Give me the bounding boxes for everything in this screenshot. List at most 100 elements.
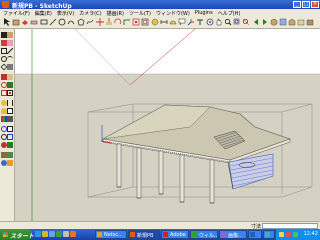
zoom-extents-icon[interactable]	[242, 18, 250, 26]
tray-icon-1[interactable]	[279, 232, 284, 237]
left-view-icon[interactable]	[306, 18, 314, 26]
task-adobe[interactable]: Adobe	[161, 230, 189, 239]
eraser-icon[interactable]	[30, 18, 38, 26]
menu-help[interactable]: ヘルプ(H)	[215, 9, 243, 17]
close-button[interactable]: ×	[311, 1, 319, 8]
tray-icon-2[interactable]	[286, 232, 291, 237]
dimension-icon[interactable]	[160, 18, 168, 26]
menu-window[interactable]: ウィンドウ(W)	[153, 9, 192, 17]
offset-icon[interactable]	[141, 18, 149, 26]
section-plane-icon[interactable]	[7, 160, 13, 166]
freehand-tool-icon[interactable]	[7, 64, 13, 70]
task-virus[interactable]: ウィル..	[190, 230, 218, 239]
tray-icon-3[interactable]	[293, 232, 298, 237]
arc-tool-icon[interactable]	[7, 56, 13, 62]
select-icon[interactable]	[3, 18, 11, 26]
menu-view[interactable]: 表示(V)	[54, 9, 76, 17]
system-tray: 12:42	[275, 229, 320, 240]
right-view-icon[interactable]	[297, 18, 305, 26]
desktop-icon[interactable]	[49, 231, 55, 237]
make-component-icon[interactable]	[7, 32, 13, 38]
browser-icon[interactable]	[70, 231, 76, 237]
task-picture[interactable]	[263, 230, 275, 239]
task-sketchup[interactable]: 新規PB	[128, 230, 160, 239]
menu-draw[interactable]: 描画(R)	[104, 9, 126, 17]
orbit-icon[interactable]	[206, 18, 214, 26]
word-icon	[250, 232, 255, 237]
line-icon[interactable]	[49, 18, 57, 26]
3dtext-icon[interactable]	[196, 18, 204, 26]
pushpull-tool-icon[interactable]	[7, 74, 13, 80]
zoom-icon[interactable]	[224, 18, 232, 26]
picture-icon	[265, 232, 270, 237]
menu-plugins[interactable]: Plugins	[192, 9, 215, 16]
circle-icon[interactable]	[58, 18, 66, 26]
app-icon[interactable]	[63, 231, 69, 237]
menu-camera[interactable]: カメラ(C)	[76, 9, 103, 17]
iso-view-icon[interactable]	[270, 18, 278, 26]
image-icon	[221, 232, 226, 237]
text-tool-icon[interactable]	[7, 108, 13, 114]
media-icon[interactable]	[56, 231, 62, 237]
task-image[interactable]: 画像..	[219, 230, 247, 239]
sky	[15, 29, 320, 74]
model-scene	[15, 29, 320, 221]
followme-tool-icon[interactable]	[7, 82, 13, 88]
rotate-icon[interactable]	[114, 18, 122, 26]
windows-taskbar: スタート Netsc.. 新規PB Adobe ウィル.. 画像.. 12:42	[0, 229, 320, 240]
maximize-button[interactable]: □	[302, 1, 310, 8]
rectangle-icon[interactable]	[40, 18, 48, 26]
text-icon[interactable]	[178, 18, 186, 26]
start-label: スタート	[10, 233, 35, 240]
offset-tool-icon[interactable]	[7, 90, 13, 96]
next-icon[interactable]	[261, 18, 269, 26]
sketchup-task-icon	[130, 232, 135, 237]
adobe-icon	[163, 232, 168, 237]
window-controls: _ □ ×	[293, 1, 319, 8]
scale-icon[interactable]	[132, 18, 140, 26]
menu-file[interactable]: ファイル(F)	[0, 9, 32, 17]
task-netscape[interactable]: Netsc..	[95, 230, 127, 239]
move-icon[interactable]	[96, 18, 104, 26]
freehand-icon[interactable]	[86, 18, 94, 26]
menu-edit[interactable]: 編集(E)	[32, 9, 54, 17]
polygon-icon[interactable]	[77, 18, 85, 26]
dimension-tool-icon[interactable]	[7, 100, 13, 106]
front-view-icon[interactable]	[288, 18, 296, 26]
walk-icon[interactable]	[7, 152, 13, 158]
task-microsoft[interactable]	[248, 230, 262, 239]
3dtext-tool-icon[interactable]	[7, 116, 13, 122]
pan-icon[interactable]	[215, 18, 223, 26]
eraser-tool-icon[interactable]	[7, 40, 13, 46]
title-bar: 新規PB - SketchUp _ □ ×	[0, 0, 320, 10]
clock: 12:42	[303, 231, 318, 237]
top-view-icon[interactable]	[279, 18, 287, 26]
axes-icon[interactable]	[187, 18, 195, 26]
pan-tool-icon[interactable]	[7, 126, 13, 132]
folder-icon[interactable]	[42, 231, 48, 237]
previous-view-icon[interactable]	[7, 142, 13, 148]
virus-icon	[192, 232, 197, 237]
zoom-window-icon[interactable]	[233, 18, 241, 26]
main-toolbar	[0, 16, 320, 29]
zoom-window-tool-icon[interactable]	[7, 134, 13, 140]
3d-viewport[interactable]	[15, 29, 320, 221]
component-icon[interactable]	[12, 18, 20, 26]
arc-icon[interactable]	[67, 18, 75, 26]
menu-bar: ファイル(F) 編集(E) 表示(V) カメラ(C) 描画(R) ツール(T) …	[0, 9, 320, 17]
sketchup-app-icon	[2, 1, 9, 8]
menu-tools[interactable]: ツール(T)	[126, 9, 153, 17]
followme-icon[interactable]	[123, 18, 131, 26]
previous-icon[interactable]	[252, 18, 260, 26]
pushpull-icon[interactable]	[105, 18, 113, 26]
protractor-icon[interactable]	[169, 18, 177, 26]
left-tool-palette	[0, 29, 15, 221]
start-button[interactable]: スタート	[0, 229, 35, 240]
netscape-icon	[97, 232, 102, 237]
minimize-button[interactable]: _	[293, 1, 301, 8]
tape-icon[interactable]	[151, 18, 159, 26]
windows-flag-icon	[3, 232, 8, 237]
ie-icon[interactable]	[35, 231, 41, 237]
paint-icon[interactable]	[21, 18, 29, 26]
line-tool-icon[interactable]	[7, 48, 13, 54]
